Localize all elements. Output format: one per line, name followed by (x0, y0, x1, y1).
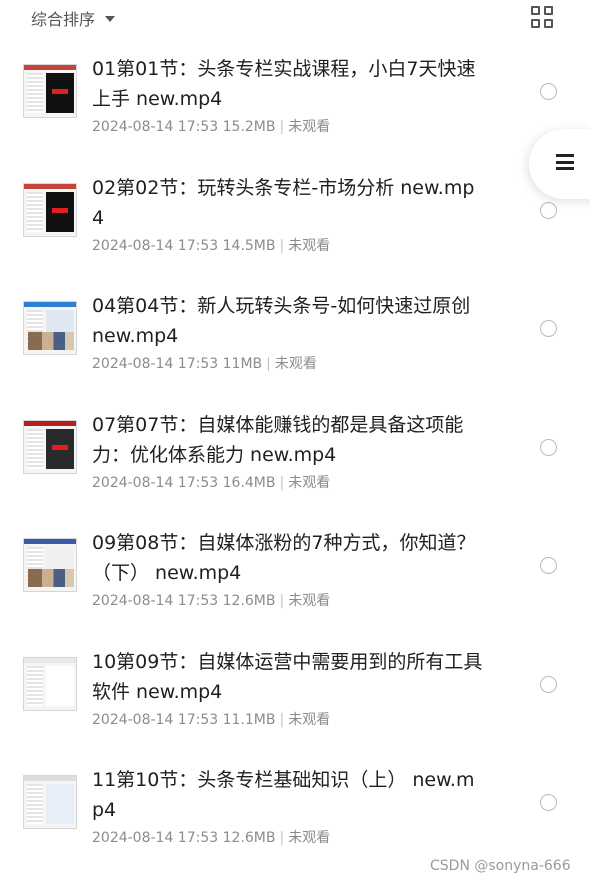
file-row[interactable]: 09第08节：自媒体涨粉的7种方式，你知道？（下） new.mp4 2024-08… (0, 514, 590, 633)
file-row[interactable]: 02第02节：玩转头条专栏-市场分析 new.mp4 2024-08-14 17:… (0, 159, 590, 278)
file-list: 01第01节：头条专栏实战课程，小白7天快速上手 new.mp4 2024-08-… (0, 40, 590, 870)
file-title[interactable]: 10第09节：自媒体运营中需要用到的所有工具软件 new.mp4 (92, 647, 486, 707)
floating-menu-button[interactable] (529, 129, 590, 199)
file-meta: 2024-08-14 17:53 16.4MB | 未观看 (92, 472, 330, 492)
menu-icon (556, 154, 574, 170)
file-row[interactable]: 07第07节：自媒体能赚钱的都是具备这项能力：优化体系能力 new.mp4 202… (0, 396, 590, 515)
grid-view-icon[interactable] (531, 6, 554, 29)
meta-divider: | (279, 593, 285, 609)
select-radio[interactable] (540, 557, 557, 574)
file-date: 2024-08-14 17:53 (92, 593, 219, 609)
watch-status: 未观看 (288, 119, 331, 135)
file-meta: 2024-08-14 17:53 12.6MB | 未观看 (92, 827, 330, 847)
watch-status: 未观看 (288, 237, 331, 254)
file-size: 11MB (222, 356, 263, 372)
file-meta: 2024-08-14 17:53 11MB | 未观看 (92, 353, 317, 373)
sort-dropdown[interactable]: 综合排序 (31, 6, 116, 30)
file-size: 14.5MB (222, 237, 276, 254)
toolbar: 综合排序 (0, 0, 590, 40)
select-radio[interactable] (540, 83, 557, 100)
video-thumbnail[interactable] (23, 301, 77, 355)
watch-status: 未观看 (288, 830, 331, 846)
meta-divider: | (279, 711, 285, 728)
video-thumbnail[interactable] (23, 656, 77, 711)
video-thumbnail[interactable] (23, 419, 77, 474)
file-meta: 2024-08-14 17:53 14.5MB | 未观看 (92, 235, 330, 255)
select-radio[interactable] (540, 438, 557, 456)
watch-status: 未观看 (288, 593, 331, 609)
sort-label: 综合排序 (31, 10, 96, 29)
file-date: 2024-08-14 17:53 (92, 237, 219, 254)
file-date: 2024-08-14 17:53 (92, 119, 219, 135)
file-date: 2024-08-14 17:53 (92, 356, 219, 372)
select-radio[interactable] (540, 794, 557, 811)
file-title[interactable]: 07第07节：自媒体能赚钱的都是具备这项能力：优化体系能力 new.mp4 (92, 410, 486, 470)
file-meta: 2024-08-14 17:53 11.1MB | 未观看 (92, 709, 330, 729)
file-row[interactable]: 11第10节：头条专栏基础知识（上） new.mp4 2024-08-14 17:… (0, 751, 590, 870)
file-size: 12.6MB (222, 830, 276, 846)
file-size: 16.4MB (222, 474, 276, 491)
file-meta: 2024-08-14 17:53 15.2MB | 未观看 (92, 116, 330, 136)
file-title[interactable]: 09第08节：自媒体涨粉的7种方式，你知道？（下） new.mp4 (92, 528, 486, 588)
file-date: 2024-08-14 17:53 (92, 830, 219, 846)
meta-divider: | (279, 119, 285, 135)
caret-down-icon (105, 16, 116, 22)
file-date: 2024-08-14 17:53 (92, 474, 219, 491)
select-radio[interactable] (540, 201, 557, 219)
file-title[interactable]: 02第02节：玩转头条专栏-市场分析 new.mp4 (92, 173, 486, 233)
file-title[interactable]: 01第01节：头条专栏实战课程，小白7天快速上手 new.mp4 (92, 54, 486, 114)
watermark: CSDN @sonyna-666 (430, 858, 571, 874)
file-row[interactable]: 01第01节：头条专栏实战课程，小白7天快速上手 new.mp4 2024-08-… (0, 40, 590, 159)
meta-divider: | (279, 830, 285, 846)
file-meta: 2024-08-14 17:53 12.6MB | 未观看 (92, 590, 330, 610)
file-size: 11.1MB (222, 711, 276, 728)
file-title[interactable]: 04第04节：新人玩转头条号-如何快速过原创 new.mp4 (92, 291, 486, 351)
select-radio[interactable] (540, 320, 557, 337)
video-thumbnail[interactable] (23, 64, 77, 118)
meta-divider: | (266, 356, 271, 372)
watch-status: 未观看 (288, 711, 331, 728)
file-size: 12.6MB (222, 593, 276, 609)
file-size: 15.2MB (222, 119, 276, 135)
meta-divider: | (279, 237, 285, 254)
watch-status: 未观看 (288, 474, 331, 491)
file-title[interactable]: 11第10节：头条专栏基础知识（上） new.mp4 (92, 765, 486, 825)
select-radio[interactable] (540, 675, 557, 693)
video-thumbnail[interactable] (23, 182, 77, 237)
file-row[interactable]: 04第04节：新人玩转头条号-如何快速过原创 new.mp4 2024-08-14… (0, 277, 590, 396)
watch-status: 未观看 (274, 356, 317, 372)
video-thumbnail[interactable] (23, 775, 77, 829)
meta-divider: | (279, 474, 285, 491)
file-row[interactable]: 10第09节：自媒体运营中需要用到的所有工具软件 new.mp4 2024-08-… (0, 633, 590, 752)
file-date: 2024-08-14 17:53 (92, 711, 219, 728)
video-thumbnail[interactable] (23, 538, 77, 592)
